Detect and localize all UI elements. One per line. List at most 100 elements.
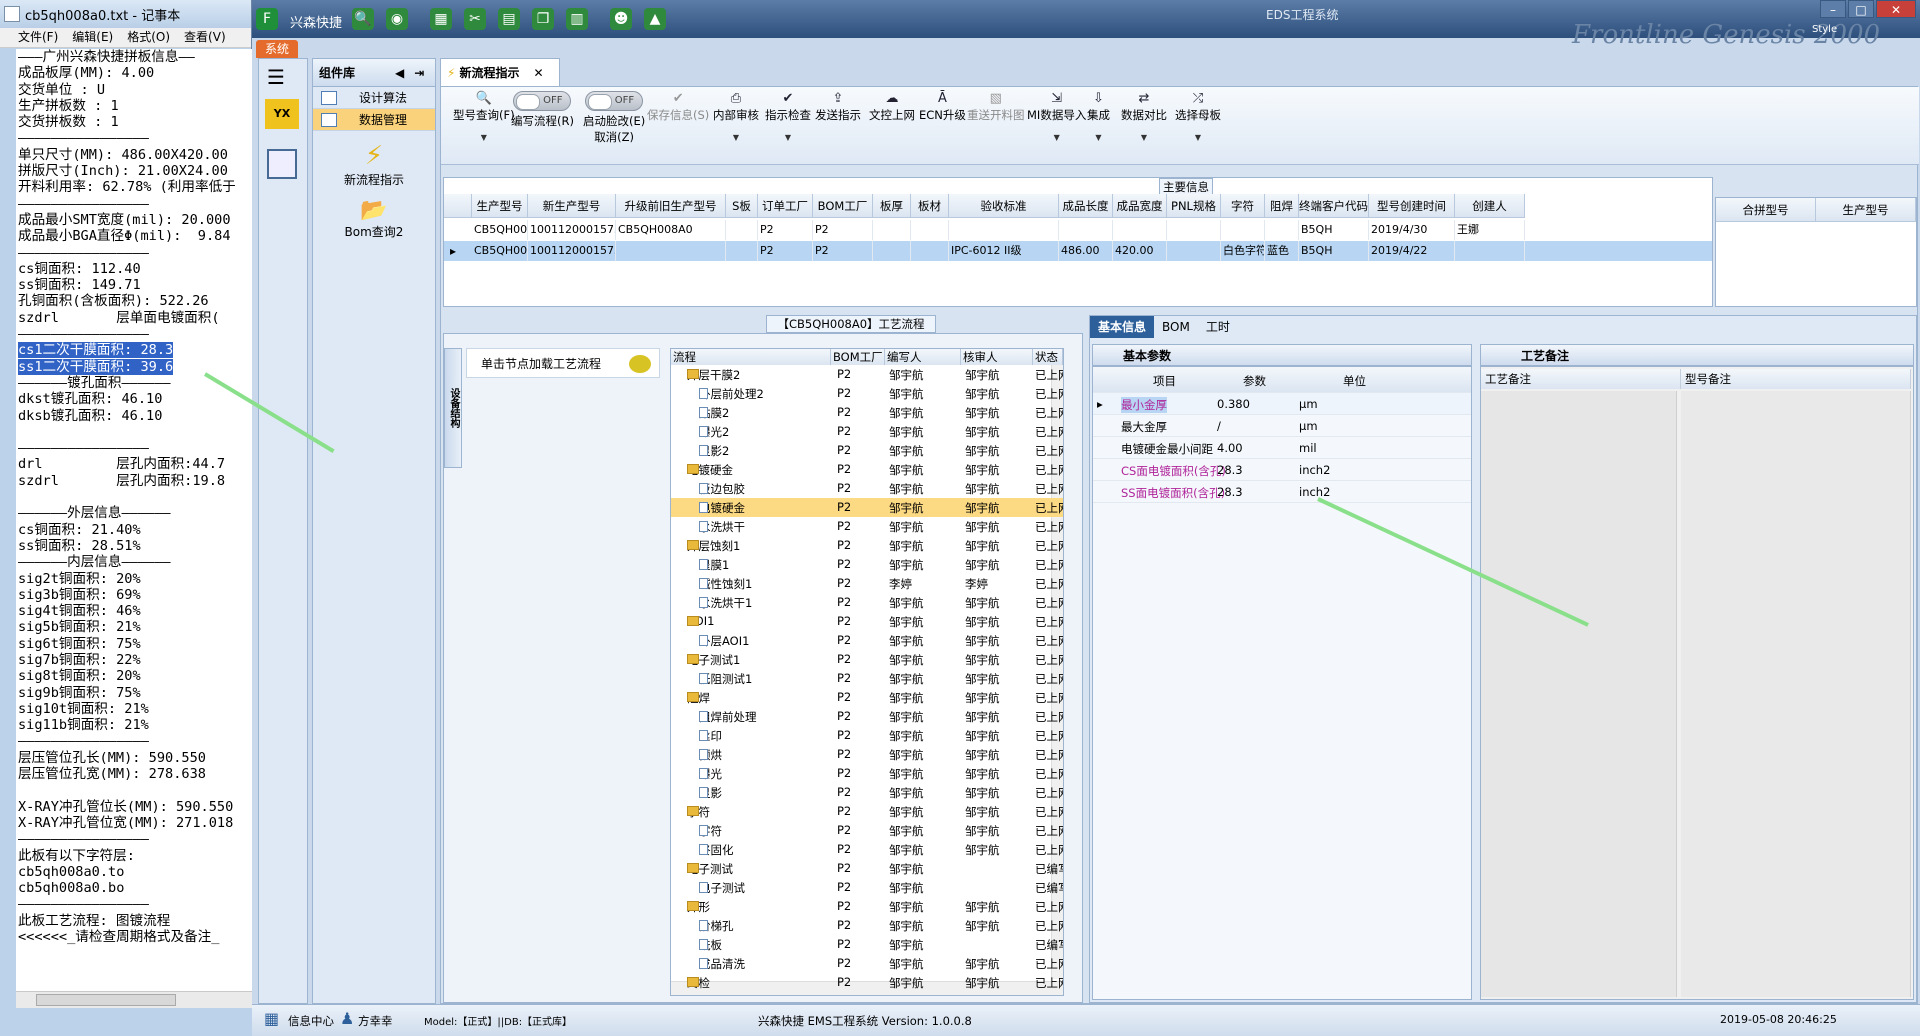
grid-header-15[interactable]: 型号创建时间 — [1369, 194, 1455, 218]
toolbar-button-2[interactable]: OFF 启动脸改(E) 取消(Z) — [583, 91, 645, 145]
tree-header-0[interactable]: 流程 — [671, 349, 831, 365]
side-grid-header-1[interactable]: 生产型号 — [1816, 198, 1916, 222]
tree-row[interactable]: −阻焊P2邹宇航邹宇航已上网 — [671, 688, 1063, 707]
load-node-hint[interactable]: 单击节点加载工艺流程 — [466, 348, 660, 378]
params-header-2[interactable]: 单位 — [1343, 373, 1366, 389]
chevron-down-icon[interactable]: ▼ — [481, 133, 487, 142]
tree-row[interactable]: −外形P2邹宇航邹宇航已上网 — [671, 897, 1063, 916]
chevron-down-icon[interactable]: ▼ — [1095, 133, 1101, 142]
tree-header-2[interactable]: 编写人 — [885, 349, 961, 365]
chevron-down-icon[interactable]: ▼ — [785, 133, 791, 142]
scroll-thumb[interactable] — [36, 994, 176, 1006]
menu-file[interactable]: 文件(F) — [18, 28, 58, 47]
menu-view[interactable]: 查看(V) — [184, 28, 226, 47]
side-grid-header-0[interactable]: 合拼型号 — [1716, 198, 1816, 222]
chevron-down-icon[interactable]: ▼ — [1195, 133, 1201, 142]
param-row[interactable]: CS面电镀面积(含孔) 28.3 inch2 — [1093, 459, 1471, 481]
grid-header-7[interactable]: 板材 — [911, 194, 949, 218]
chevron-down-icon[interactable]: ▼ — [733, 133, 739, 142]
tree-row[interactable]: 预烘P2邹宇航邹宇航已上网 — [671, 745, 1063, 764]
params-header-1[interactable]: 参数 — [1243, 373, 1266, 389]
tree-row[interactable]: −外层蚀刻1P2邹宇航邹宇航已上网 — [671, 536, 1063, 555]
model-notes-body[interactable] — [1681, 391, 1911, 997]
param-value[interactable]: 4.00 — [1217, 441, 1243, 455]
grid-icon[interactable]: ▥ — [566, 8, 588, 30]
chart-icon[interactable]: ▲ — [644, 8, 666, 30]
toolbar-button-9[interactable]: ▧ 重送开料图 — [967, 91, 1025, 123]
toolbar-button-10[interactable]: ⇲ MI数据导入 ▼ — [1027, 91, 1086, 142]
info-center[interactable]: 信息中心 — [288, 1013, 334, 1029]
tree-row[interactable]: 水洗烘干P2邹宇航邹宇航已上网 — [671, 517, 1063, 536]
param-value[interactable]: / — [1217, 419, 1221, 433]
close-button[interactable]: ✕ — [1876, 0, 1916, 18]
item-design-algorithm[interactable]: 设计算法 — [313, 87, 435, 109]
tree-row[interactable]: 水洗烘干1P2邹宇航邹宇航已上网 — [671, 593, 1063, 612]
toggle-switch[interactable]: OFF — [585, 91, 644, 111]
menu-edit[interactable]: 编辑(E) — [72, 28, 113, 47]
toolbar-button-8[interactable]: Ā ECN升级 — [919, 91, 966, 123]
tree-row[interactable]: −电子测试P2邹宇航已编写 — [671, 859, 1063, 878]
tree-row[interactable]: −外层干膜2P2邹宇航邹宇航已上网 — [671, 365, 1063, 384]
grid-header-1[interactable]: 新生产型号 — [528, 194, 616, 218]
notepad-hscrollbar[interactable] — [16, 991, 252, 1008]
param-row[interactable]: 电镀硬金最小间距 4.00 mil — [1093, 437, 1471, 459]
tree-row[interactable]: −终检P2邹宇航邹宇航已上网 — [671, 973, 1063, 992]
film-icon[interactable]: ▤ — [498, 8, 520, 30]
tree-row[interactable]: 曝光2P2邹宇航邹宇航已上网 — [671, 422, 1063, 441]
param-row[interactable]: SS面电镀面积(含孔) 28.3 inch2 — [1093, 481, 1471, 503]
close-tab-icon[interactable]: ✕ — [533, 66, 543, 80]
toolbar-button-3[interactable]: ✔ 保存信息(S) — [647, 91, 709, 123]
tree-row[interactable]: 退膜1P2邹宇航邹宇航已上网 — [671, 555, 1063, 574]
item-data-management[interactable]: 数据管理 — [313, 109, 435, 131]
style-label[interactable]: Style — [1812, 24, 1837, 35]
tab-basic-info[interactable]: 基本信息 — [1090, 316, 1155, 338]
grid-header-6[interactable]: 板厚 — [873, 194, 911, 218]
grid-header-16[interactable]: 创建人 — [1455, 194, 1525, 218]
maximize-button[interactable]: □ — [1848, 0, 1874, 18]
tree-row[interactable]: 丝印P2邹宇航邹宇航已上网 — [671, 726, 1063, 745]
params-header-0[interactable]: 项目 — [1153, 373, 1176, 389]
item-bom-query[interactable]: 📂 Bom查询2 — [313, 198, 435, 240]
param-value[interactable]: 0.380 — [1217, 397, 1250, 411]
scissors-icon[interactable]: ✂ — [464, 8, 486, 30]
tree-row[interactable]: 成品清洗P2邹宇航邹宇航已上网 — [671, 954, 1063, 973]
table-icon[interactable]: ▦ — [430, 8, 452, 30]
system-tab[interactable]: 系统 — [256, 40, 298, 58]
yx-logo-icon[interactable]: YX — [265, 99, 299, 129]
tab-new-flow[interactable]: ⚡ 新流程指示 ✕ — [440, 58, 560, 86]
param-value[interactable]: 28.3 — [1217, 463, 1243, 477]
tree-row[interactable]: 终固化P2邹宇航邹宇航已上网 — [671, 840, 1063, 859]
tree-row[interactable]: 电镀硬金P2邹宇航邹宇航已上网 — [671, 498, 1063, 517]
toolbar-button-12[interactable]: ⇄ 数据对比 ▼ — [1121, 91, 1167, 142]
toolbar-button-0[interactable]: 🔍 型号查询(F) ▼ — [453, 91, 515, 142]
tree-row[interactable]: 阻焊前处理P2邹宇航邹宇航已上网 — [671, 707, 1063, 726]
menu-format[interactable]: 格式(O) — [127, 28, 170, 47]
toolbar-button-6[interactable]: ⇪ 发送指示 — [815, 91, 861, 123]
toolbar-button-5[interactable]: ✔ 指示检查 ▼ — [765, 91, 811, 142]
grid-header-14[interactable]: 终端客户代码 — [1299, 194, 1369, 218]
tree-row[interactable]: 贴膜2P2邹宇航邹宇航已上网 — [671, 403, 1063, 422]
tree-row[interactable]: 曝光P2邹宇航邹宇航已上网 — [671, 764, 1063, 783]
tree-row[interactable]: −AOI1P2邹宇航邹宇航已上网 — [671, 612, 1063, 631]
calculator-icon[interactable] — [267, 149, 297, 179]
param-row[interactable]: ▸ 最小金厚 0.380 μm — [1093, 393, 1471, 415]
toolbar-button-1[interactable]: OFF 编写流程(R) — [511, 91, 574, 129]
notepad-text-area[interactable]: ———广州兴森快捷拼板信息—— 成品板厚(MM): 4.00 交货单位 : U 生产拼… — [16, 49, 252, 991]
grid-icon[interactable]: ▦ — [264, 1009, 279, 1028]
tree-row[interactable]: 低阻测试1P2邹宇航邹宇航已上网 — [671, 669, 1063, 688]
param-value[interactable]: 28.3 — [1217, 485, 1243, 499]
tree-row[interactable]: 板边包胶P2邹宇航邹宇航已上网 — [671, 479, 1063, 498]
item-new-flow[interactable]: ⚡ 新流程指示 — [313, 141, 435, 188]
tab-hours[interactable]: 工时 — [1198, 316, 1238, 338]
copy-icon[interactable]: ❐ — [532, 8, 554, 30]
tree-row[interactable]: −电子测试1P2邹宇航邹宇航已上网 — [671, 650, 1063, 669]
toolbar-button-4[interactable]: ⎙ 内部审核 ▼ — [713, 91, 759, 142]
table-row[interactable]: ▸ CB5QH008A010011200015753 P2P2 IPC-6012 II… — [444, 241, 1712, 261]
grid-header-3[interactable]: S板 — [726, 194, 758, 218]
tree-row[interactable]: 阶梯孔P2邹宇航邹宇航已上网 — [671, 916, 1063, 935]
tree-row[interactable]: 外层前处理2P2邹宇航邹宇航已上网 — [671, 384, 1063, 403]
table-row[interactable]: CB5QH008B010011200015753CB5QH008A0 P2P2 B5… — [444, 220, 1712, 240]
grid-header-8[interactable]: 验收标准 — [949, 194, 1059, 218]
tree-header-3[interactable]: 核审人 — [961, 349, 1033, 365]
tree-row[interactable]: 碱性蚀刻1P2李婷李婷已上网 — [671, 574, 1063, 593]
